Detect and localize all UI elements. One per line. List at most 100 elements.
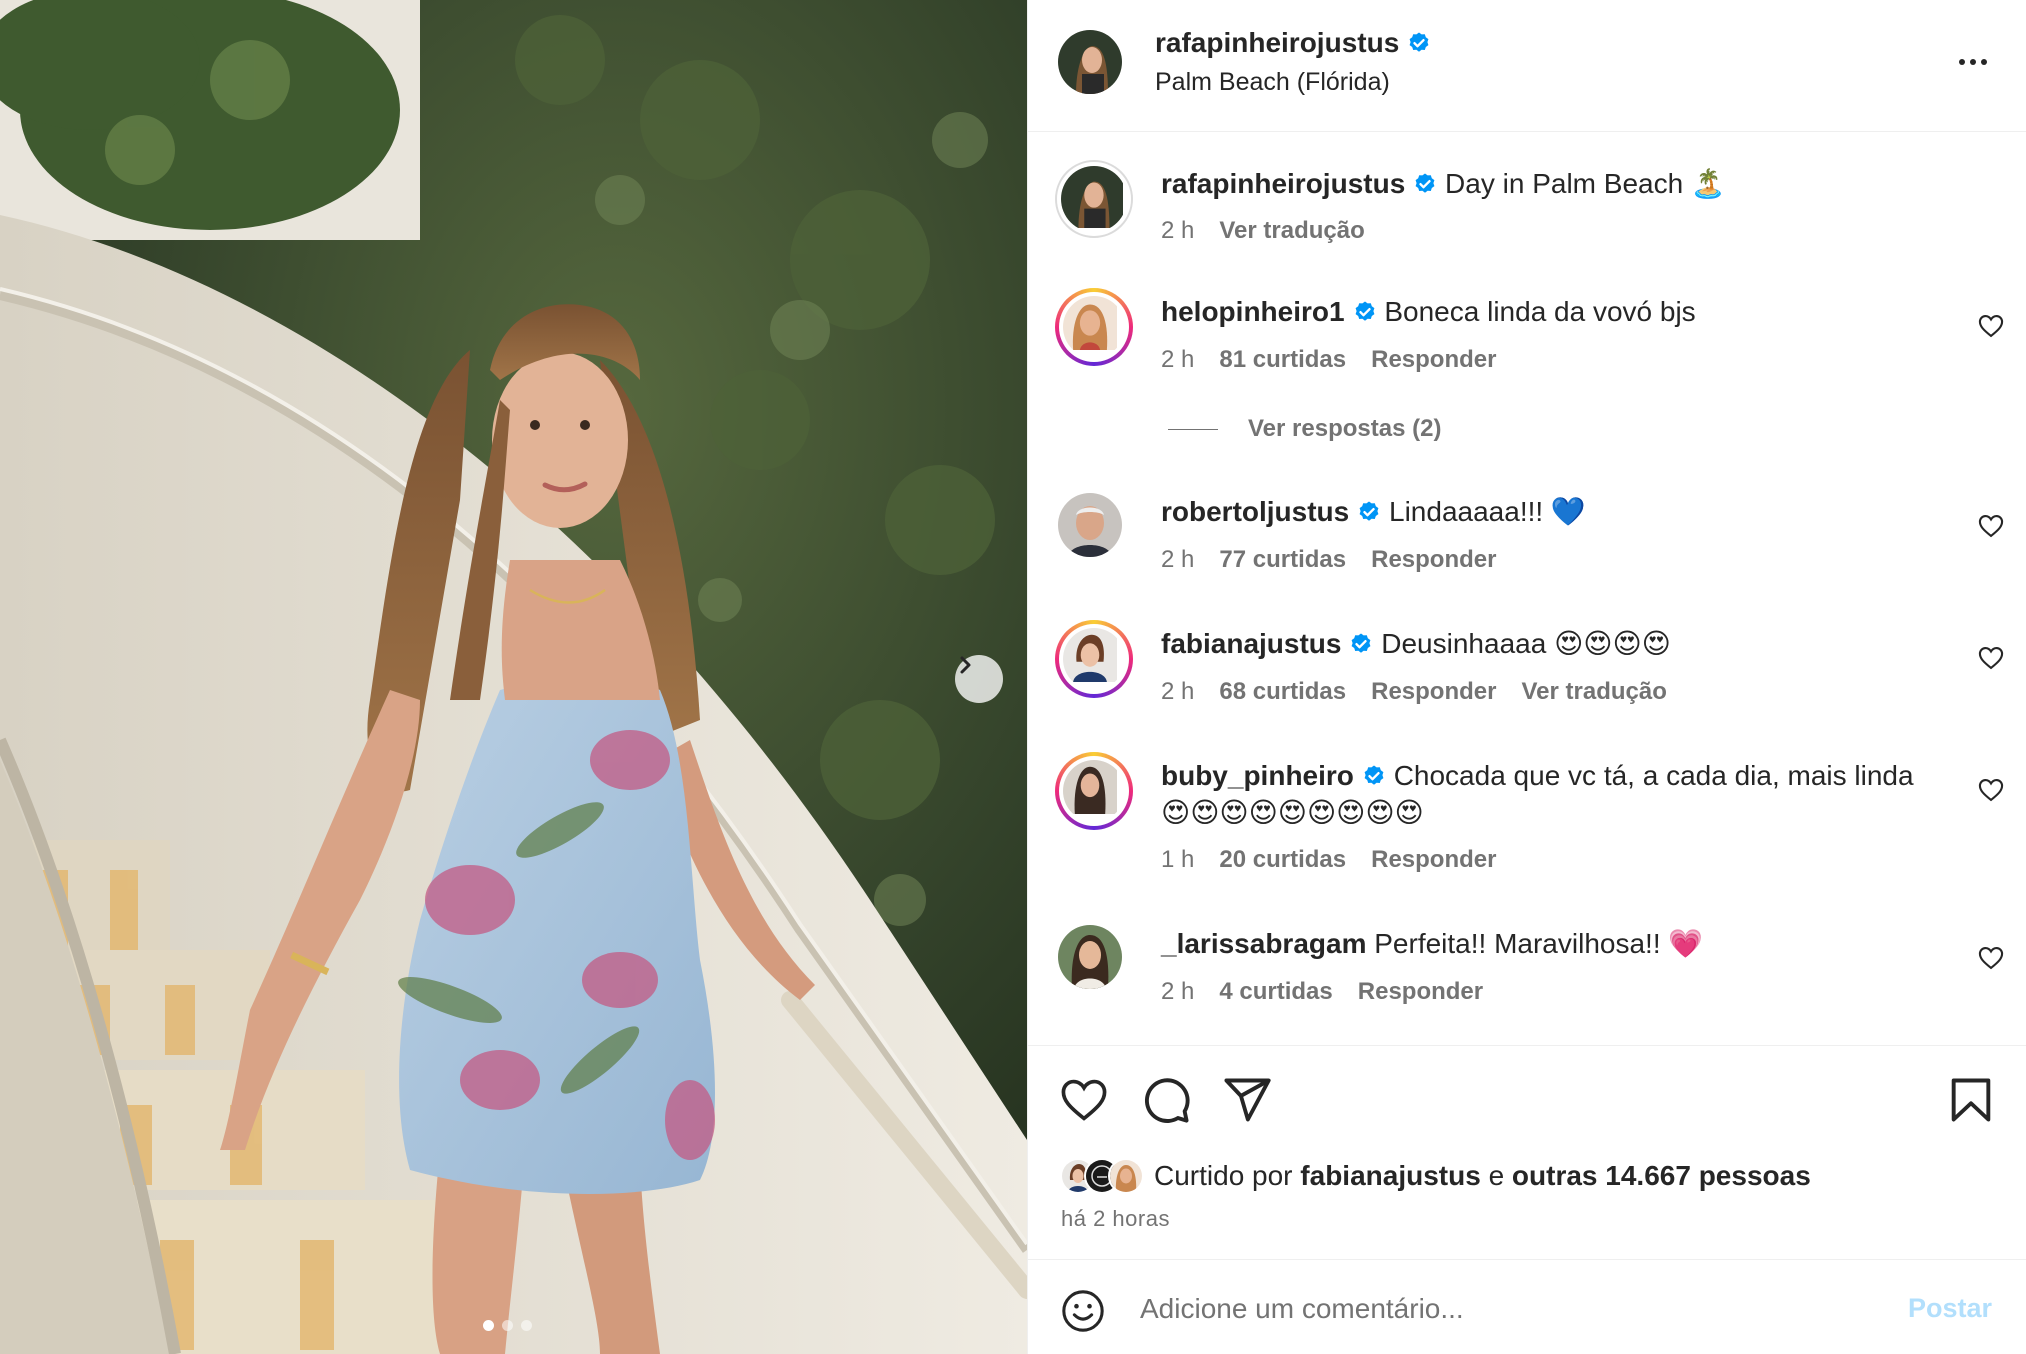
post-actions: Curtido por fabianajustus e outras 14.66… (1028, 1045, 2026, 1260)
caption-time: 2 h (1161, 217, 1195, 244)
verified-badge-icon (1409, 32, 1429, 52)
like-comment-heart-icon[interactable] (1977, 512, 2005, 540)
photo-illustration (0, 0, 1027, 1354)
comment-time: 1 h (1161, 846, 1195, 873)
next-slide-button[interactable] (955, 655, 1003, 703)
comment-text-row: _larissabragam Perfeita!! Maravilhosa!! … (1161, 925, 1961, 962)
author-avatar[interactable] (1058, 30, 1122, 94)
comment-time: 2 h (1161, 546, 1195, 573)
comment-likes[interactable]: 4 curtidas (1219, 978, 1332, 1006)
like-comment-heart-icon[interactable] (1977, 644, 2005, 672)
avatar (1063, 296, 1117, 350)
comment-text: Lindaaaaa!!! 💙 (1389, 496, 1586, 527)
verified-badge-icon (1359, 501, 1379, 521)
comment-text-row: robertoljustus Lindaaaaa!!! 💙 (1161, 493, 1961, 530)
comment-avatar[interactable] (1055, 752, 1133, 830)
comment-likes[interactable]: 77 curtidas (1219, 546, 1346, 574)
more-options-button[interactable] (1950, 42, 1996, 82)
comment-username[interactable]: _larissabragam (1161, 928, 1366, 959)
post-side-panel: rafapinheirojustus Palm Beach (Flórida) … (1027, 0, 2026, 1354)
translate-link[interactable]: Ver tradução (1521, 678, 1666, 706)
view-replies-label[interactable]: Ver respostas (2) (1248, 415, 1441, 443)
add-comment-bar: Postar (1028, 1259, 2026, 1354)
comment-text: Perfeita!! Maravilhosa!! 💗 (1374, 928, 1704, 959)
verified-badge-icon (1364, 765, 1384, 785)
avatar (1061, 166, 1123, 228)
caption-text-row: rafapinheirojustus Day in Palm Beach 🏝️ (1161, 165, 1961, 202)
likes-text: Curtido por fabianajustus e outras 14.66… (1154, 1160, 1811, 1192)
verified-badge-icon (1415, 173, 1435, 193)
comment-avatar[interactable] (1058, 493, 1122, 557)
caption-avatar[interactable] (1055, 160, 1133, 238)
comment-likes[interactable]: 20 curtidas (1219, 846, 1346, 874)
more-dot-icon (1970, 59, 1976, 65)
emoji-icon[interactable] (1060, 1288, 1106, 1334)
view-replies-button[interactable]: Ver respostas (2) (1168, 415, 1441, 443)
comment-text-row: fabianajustus Deusinhaaaa 😍😍😍😍 (1161, 625, 1961, 662)
comment-meta: 2 h 4 curtidas Responder (1161, 978, 1483, 1006)
likes-summary[interactable]: Curtido por fabianajustus e outras 14.66… (1060, 1158, 1811, 1194)
post-location[interactable]: Palm Beach (Flórida) (1155, 68, 1390, 97)
avatar (1063, 628, 1117, 682)
comment-text-emojis: 😍😍😍😍😍😍😍😍😍 (1161, 797, 1424, 828)
like-comment-heart-icon[interactable] (1977, 776, 2005, 804)
author-username[interactable]: rafapinheirojustus (1155, 27, 1399, 58)
post-photo[interactable] (0, 0, 1027, 1354)
post-comment-button[interactable]: Postar (1908, 1293, 1992, 1324)
more-dot-icon (1959, 59, 1965, 65)
reply-button[interactable]: Responder (1371, 678, 1496, 706)
like-comment-heart-icon[interactable] (1977, 944, 2005, 972)
chevron-right-icon (960, 656, 971, 674)
comment-likes[interactable]: 81 curtidas (1219, 346, 1346, 374)
caption-meta: 2 h Ver tradução (1161, 217, 1365, 245)
comment-time: 2 h (1161, 346, 1195, 373)
post-header: rafapinheirojustus Palm Beach (Flórida) (1028, 0, 2026, 132)
author-username-row[interactable]: rafapinheirojustus (1155, 27, 1431, 59)
comment-text: Deusinhaaaa 😍😍😍😍 (1381, 628, 1671, 659)
comment-avatar[interactable] (1055, 288, 1133, 366)
comment-username[interactable]: buby_pinheiro (1161, 760, 1354, 791)
like-heart-icon[interactable] (1058, 1074, 1110, 1126)
comment-input[interactable] (1140, 1284, 1840, 1334)
post-timestamp[interactable]: há 2 horas (1061, 1206, 1170, 1232)
carousel-dot (483, 1320, 494, 1331)
caption-username[interactable]: rafapinheirojustus (1161, 168, 1405, 199)
avatar (1058, 30, 1122, 94)
translate-link[interactable]: Ver tradução (1219, 217, 1364, 245)
avatar (1058, 925, 1122, 989)
like-comment-heart-icon[interactable] (1977, 312, 2005, 340)
liker-avatar (1108, 1158, 1144, 1194)
divider (1168, 428, 1218, 430)
share-send-icon[interactable] (1221, 1074, 1273, 1126)
reply-button[interactable]: Responder (1358, 978, 1483, 1006)
reply-button[interactable]: Responder (1371, 346, 1496, 374)
comment-meta: 2 h 77 curtidas Responder (1161, 546, 1496, 574)
comment-likes[interactable]: 68 curtidas (1219, 678, 1346, 706)
likes-prefix: Curtido por (1154, 1160, 1293, 1191)
comment-time: 2 h (1161, 678, 1195, 705)
avatar (1058, 493, 1122, 557)
reply-button[interactable]: Responder (1371, 846, 1496, 874)
reply-button[interactable]: Responder (1371, 546, 1496, 574)
carousel-dot (502, 1320, 513, 1331)
comment-meta: 1 h 20 curtidas Responder (1161, 846, 1496, 874)
likes-others[interactable]: outras 14.667 pessoas (1512, 1160, 1811, 1191)
avatar (1063, 760, 1117, 814)
comment-text: Boneca linda da vovó bjs (1384, 296, 1696, 327)
comment-time: 2 h (1161, 978, 1195, 1005)
comment-meta: 2 h 68 curtidas Responder Ver tradução (1161, 678, 1667, 706)
comment-avatar[interactable] (1055, 620, 1133, 698)
comment-username[interactable]: robertoljustus (1161, 496, 1349, 527)
likes-user[interactable]: fabianajustus (1300, 1160, 1480, 1191)
verified-badge-icon (1352, 633, 1371, 653)
carousel-dot (521, 1320, 532, 1331)
comment-text-row: helopinheiro1 Boneca linda da vovó bjs (1161, 293, 1961, 330)
carousel-indicator (483, 1320, 532, 1331)
comment-avatar[interactable] (1058, 925, 1122, 989)
save-bookmark-icon[interactable] (1945, 1074, 1997, 1126)
comment-bubble-icon[interactable] (1140, 1074, 1192, 1126)
comment-text-row: buby_pinheiro Chocada que vc tá, a cada … (1161, 757, 1961, 831)
likes-conj: e (1488, 1160, 1505, 1191)
comment-username[interactable]: helopinheiro1 (1161, 296, 1345, 327)
comment-username[interactable]: fabianajustus (1161, 628, 1341, 659)
